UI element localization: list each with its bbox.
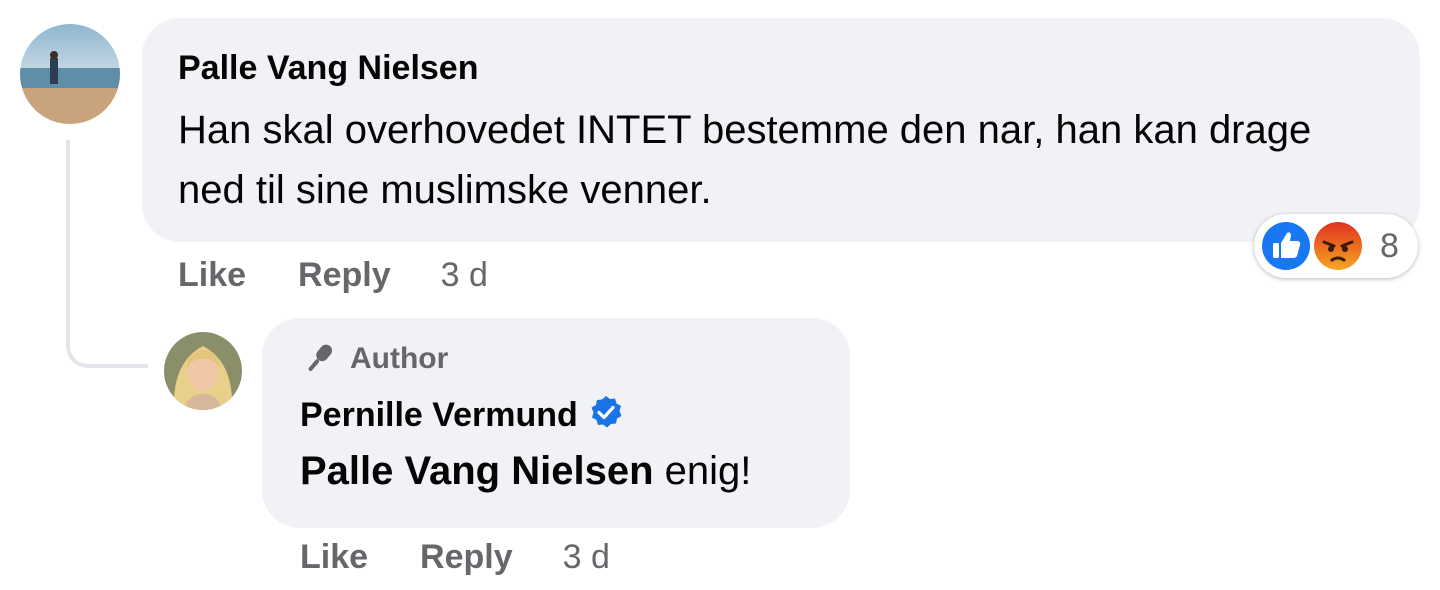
- like-button[interactable]: Like: [178, 256, 246, 295]
- avatar[interactable]: [20, 24, 120, 124]
- angry-icon: [1311, 219, 1365, 273]
- comment-author-name[interactable]: Palle Vang Nielsen: [178, 48, 1384, 88]
- comment-bubble: Palle Vang Nielsen Han skal overhovedet …: [142, 18, 1420, 242]
- avatar-photo-beach: [20, 24, 120, 124]
- reply-bubble: Author Pernille Vermund Palle Vang Niels…: [262, 318, 850, 528]
- reactions-summary[interactable]: 8: [1254, 214, 1418, 278]
- reply-timestamp[interactable]: 3 d: [563, 538, 610, 577]
- reply-button[interactable]: Reply: [298, 256, 391, 295]
- comment-timestamp[interactable]: 3 d: [441, 256, 488, 295]
- verified-badge-icon: [591, 396, 622, 428]
- reply-author-name: Pernille Vermund: [300, 394, 812, 435]
- mention-link[interactable]: Palle Vang Nielsen: [300, 449, 654, 493]
- like-icon: [1259, 219, 1313, 273]
- avatar-photo-portrait: [164, 332, 242, 410]
- thread-connector-line: [66, 140, 148, 368]
- comment-text: Han skal overhovedet INTET bestemme den …: [178, 108, 1312, 212]
- author-badge: Author: [300, 340, 812, 378]
- microphone-icon: [308, 344, 333, 371]
- comment-actions: Like Reply 3 d: [178, 256, 488, 295]
- reply-message: enig!: [653, 449, 752, 493]
- reply-author-link[interactable]: Pernille Vermund: [300, 396, 578, 434]
- reaction-count: 8: [1380, 227, 1399, 265]
- reply-text: Palle Vang Nielsen enig!: [300, 441, 812, 501]
- author-badge-label: Author: [350, 342, 449, 375]
- like-button[interactable]: Like: [300, 538, 368, 577]
- reply-actions: Like Reply 3 d: [300, 538, 610, 577]
- reply-button[interactable]: Reply: [420, 538, 513, 577]
- avatar[interactable]: [164, 332, 242, 410]
